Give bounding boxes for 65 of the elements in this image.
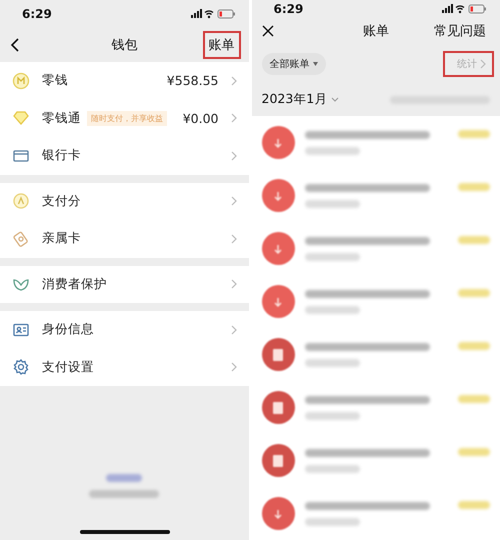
status-time: 6:29 [22, 7, 52, 21]
caret-icon [331, 97, 340, 102]
month-picker[interactable]: 2023年1月 [262, 91, 340, 108]
chevron-right-icon [230, 113, 236, 124]
arrow-circle-icon [262, 232, 294, 265]
balance-value: ¥558.55 [166, 73, 218, 88]
menu-item-label[interactable]: 消费者保护 [42, 276, 107, 293]
blurred-text [304, 146, 360, 154]
chevron-right-icon [480, 59, 486, 69]
promo-tag: 随时支付，并享收益 [87, 110, 167, 126]
blurred-text [304, 252, 360, 260]
blurred-amount [458, 395, 490, 403]
chevron-right-icon [230, 324, 236, 335]
badge-icon [12, 192, 30, 210]
envelope-icon [262, 444, 294, 477]
menu-item-label[interactable]: 支付设置 [42, 358, 94, 376]
blurred-text [304, 358, 360, 366]
blurred-amount [458, 236, 490, 244]
chevron-right-icon [230, 279, 236, 290]
chevron-right-icon [230, 362, 236, 372]
chevron-right-icon [230, 150, 236, 161]
arrow-circle-icon [262, 179, 294, 212]
chevron-right-icon [230, 76, 236, 86]
status-icons [442, 4, 486, 14]
bills-button[interactable]: 账单 [202, 31, 240, 59]
blurred-text [89, 490, 160, 498]
blurred-text [304, 518, 360, 526]
chevron-right-icon [230, 196, 236, 206]
blurred-amount [458, 342, 490, 350]
page-title: 钱包 [111, 37, 138, 54]
menu-item-label[interactable]: 零钱 [42, 72, 68, 90]
caret-icon [312, 62, 318, 66]
blurred-text [304, 306, 360, 314]
blurred-text [304, 464, 360, 472]
envelope-icon [262, 391, 294, 424]
settings-icon [12, 358, 30, 376]
close-icon[interactable] [262, 25, 274, 37]
coin-icon [12, 72, 30, 90]
chevron-right-icon [230, 234, 236, 244]
blurred-text [304, 200, 360, 208]
page-title: 账单 [362, 23, 389, 40]
diamond-icon [12, 109, 30, 128]
arrow-circle-icon [262, 497, 294, 530]
arrow-circle-icon [262, 285, 294, 318]
back-icon[interactable] [10, 38, 20, 52]
blurred-amount [458, 501, 490, 509]
status-icons [190, 9, 234, 19]
arrow-circle-icon [262, 126, 294, 159]
menu-item-label[interactable]: 亲属卡 [42, 230, 81, 248]
menu-item-label[interactable]: 零钱通 [42, 110, 81, 127]
blurred-amount [458, 130, 490, 138]
faq-button[interactable]: 常见问题 [428, 17, 492, 45]
menu-item-label[interactable]: 银行卡 [42, 147, 81, 164]
blurred-amount [458, 448, 490, 456]
blurred-amount [458, 183, 490, 191]
blurred-text [304, 412, 360, 420]
balance-value: ¥0.00 [182, 110, 218, 126]
status-time: 6:29 [274, 2, 304, 16]
menu-item-label[interactable]: 支付分 [42, 192, 81, 210]
blurred-amount [458, 289, 490, 297]
card-stack-icon [12, 230, 30, 248]
envelope-icon [262, 338, 294, 371]
filter-dropdown[interactable]: 全部账单 [262, 53, 326, 75]
bill-row[interactable] [252, 487, 500, 540]
menu-item-label[interactable]: 身份信息 [42, 321, 94, 338]
